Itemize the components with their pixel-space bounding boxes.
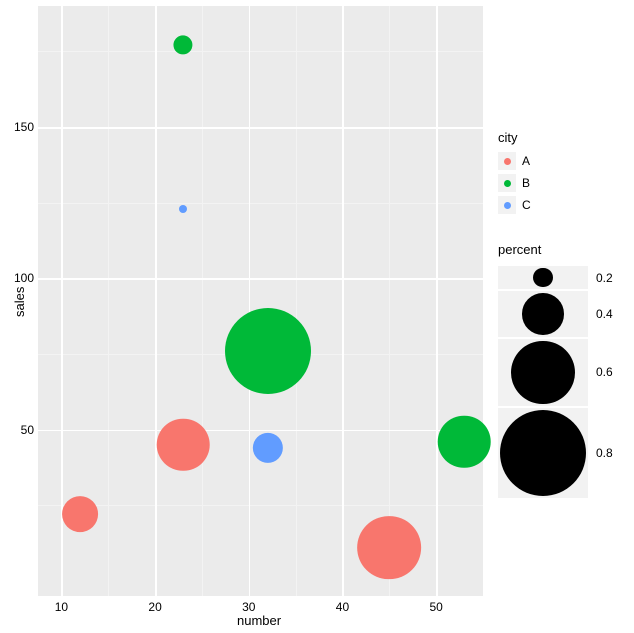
data-point xyxy=(225,308,311,394)
legend-size-label: 0.8 xyxy=(596,446,613,460)
legend-size-label: 0.6 xyxy=(596,365,613,379)
x-tick-label: 30 xyxy=(242,600,255,614)
x-tick-label: 50 xyxy=(429,600,442,614)
grid-major-h xyxy=(38,430,483,432)
grid-major-h xyxy=(38,127,483,129)
legend-size-title: percent xyxy=(498,242,541,257)
chart: sales number city ABC percent 0.2 0.4 0.6 0… xyxy=(0,0,634,633)
y-tick-label: 50 xyxy=(10,423,34,437)
legend-color-swatch xyxy=(498,196,516,214)
legend-size-dot xyxy=(500,410,586,496)
data-point xyxy=(179,205,187,213)
grid-minor-v xyxy=(202,6,203,596)
grid-major-v xyxy=(342,6,344,596)
data-point xyxy=(157,418,210,471)
legend-color-label: C xyxy=(522,198,531,212)
legend-color-label: A xyxy=(522,154,530,168)
legend-color-dot xyxy=(504,158,511,165)
legend-size-label: 0.4 xyxy=(596,307,613,321)
legend-size-dot xyxy=(522,293,563,334)
plot-area xyxy=(38,6,483,596)
grid-major-h xyxy=(38,278,483,280)
data-point xyxy=(357,516,421,580)
legend-size-swatch xyxy=(498,339,588,407)
legend-color-label: B xyxy=(522,176,530,190)
grid-major-v xyxy=(249,6,251,596)
legend-size-swatch xyxy=(498,291,588,336)
legend-size-swatch xyxy=(498,408,588,498)
legend-color-swatch xyxy=(498,174,516,192)
grid-minor-v xyxy=(108,6,109,596)
legend-size-label: 0.2 xyxy=(596,271,613,285)
legend-color-title: city xyxy=(498,130,518,145)
grid-minor-h xyxy=(38,505,483,506)
data-point xyxy=(252,433,282,463)
legend-size-dot xyxy=(533,268,552,287)
y-axis-title: sales xyxy=(12,287,27,317)
y-tick-label: 100 xyxy=(10,271,34,285)
x-axis-title: number xyxy=(237,613,281,628)
grid-major-v xyxy=(436,6,438,596)
grid-minor-h xyxy=(38,51,483,52)
legend-color-dot xyxy=(504,202,511,209)
y-tick-label: 150 xyxy=(10,120,34,134)
legend-size-dot xyxy=(511,341,575,405)
legend-color-dot xyxy=(504,180,511,187)
legend-color-swatch xyxy=(498,152,516,170)
grid-minor-h xyxy=(38,203,483,204)
x-tick-label: 40 xyxy=(336,600,349,614)
data-point xyxy=(62,496,98,532)
grid-minor-v xyxy=(296,6,297,596)
grid-major-v xyxy=(155,6,157,596)
x-tick-label: 20 xyxy=(148,600,161,614)
grid-minor-v xyxy=(389,6,390,596)
legend-size-swatch xyxy=(498,266,588,289)
data-point xyxy=(438,415,491,468)
x-tick-label: 10 xyxy=(55,600,68,614)
